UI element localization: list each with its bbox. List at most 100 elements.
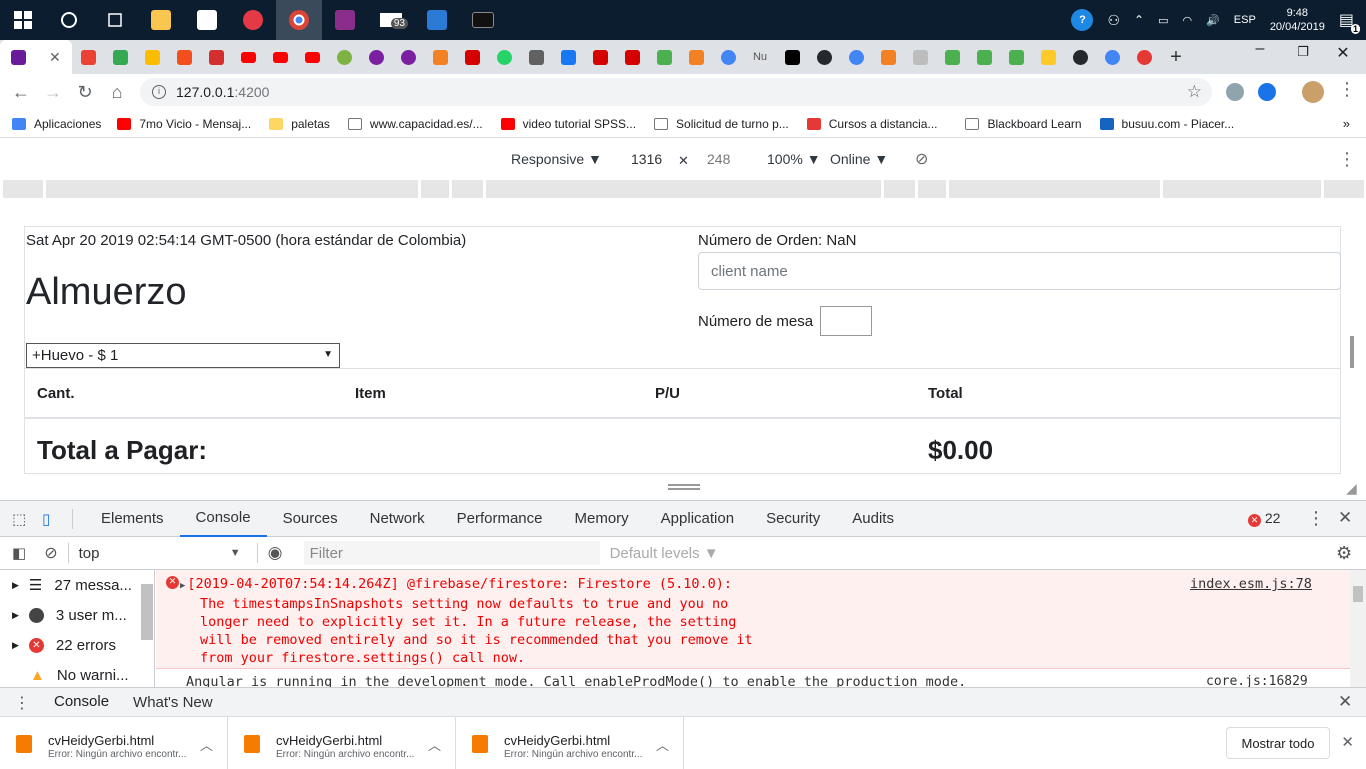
tab-flask-2[interactable] (392, 40, 424, 74)
table-number-input[interactable] (820, 306, 872, 336)
menu-item-select[interactable]: +Huevo - $ 1 ▼ (26, 343, 340, 368)
zoom-select[interactable]: 100% ▼ (767, 151, 821, 167)
client-name-input[interactable]: client name (698, 252, 1341, 290)
tab-red-3[interactable] (616, 40, 648, 74)
wifi-icon[interactable]: ◠ (1182, 14, 1192, 27)
maximize-button[interactable]: ❐ (1283, 44, 1323, 72)
viewport-corner-resize-icon[interactable]: ◢ (1346, 480, 1357, 497)
tab-figma[interactable] (168, 40, 200, 74)
viewport-height-input[interactable]: 248 (707, 151, 730, 167)
tab-facebook[interactable] (552, 40, 584, 74)
home-icon[interactable]: ⌂ (101, 82, 133, 103)
tab-w3-2[interactable] (936, 40, 968, 74)
cortana-search-icon[interactable] (46, 0, 92, 40)
file-explorer-icon[interactable] (138, 0, 184, 40)
tab-nu[interactable]: Nu (744, 40, 776, 74)
tab-performance[interactable]: Performance (441, 501, 559, 537)
close-window-button[interactable]: ✕ (1325, 43, 1361, 71)
translate-icon[interactable] (1258, 83, 1276, 101)
terminal-icon[interactable] (460, 0, 506, 40)
show-all-downloads-button[interactable]: Mostrar todo (1226, 727, 1330, 759)
tab-medium[interactable] (776, 40, 808, 74)
download-item[interactable]: cvHeidyGerbi.html Error: Ningún archivo … (456, 716, 684, 769)
reload-icon[interactable]: ↻ (69, 82, 101, 103)
tab-stackoverflow-3[interactable] (872, 40, 904, 74)
tab-w3-3[interactable] (968, 40, 1000, 74)
language-indicator[interactable]: ESP (1234, 14, 1256, 26)
drawer-menu-icon[interactable]: ⋮ (14, 693, 30, 713)
tab-sources[interactable]: Sources (267, 501, 354, 537)
tab-red-1[interactable] (456, 40, 488, 74)
tab-gmail[interactable] (72, 40, 104, 74)
tab-google-2[interactable] (840, 40, 872, 74)
live-expression-eye-icon[interactable]: ◉ (268, 543, 298, 563)
tab-audits[interactable]: Audits (836, 501, 910, 537)
error-counter[interactable]: ✕ 22 (1248, 510, 1280, 527)
active-tab[interactable]: ✕ (0, 40, 72, 74)
viewport-bottom-resize-handle[interactable] (668, 484, 700, 490)
throttle-select[interactable]: Online ▼ (830, 151, 888, 167)
bookmark-item[interactable]: Blackboard Learn (965, 117, 1082, 131)
tab-whatsapp[interactable] (488, 40, 520, 74)
viewport-width-input[interactable]: 1316 (631, 151, 662, 167)
store-icon[interactable] (184, 0, 230, 40)
bookmark-apps[interactable]: Aplicaciones (12, 117, 101, 131)
download-item[interactable]: cvHeidyGerbi.html Error: Ningún archivo … (0, 716, 228, 769)
tab-close-icon[interactable]: ✕ (49, 49, 61, 66)
sidebar-messages[interactable]: ▶ ☰ 27 messa... (0, 570, 154, 600)
battery-icon[interactable]: ▭ (1158, 14, 1168, 27)
sidebar-toggle-icon[interactable]: ◧ (12, 544, 26, 562)
extension-icon-1[interactable] (1226, 83, 1244, 101)
console-error-message[interactable]: ✕ ▶ [2019-04-20T07:54:14.264Z] @firebase/… (156, 570, 1350, 669)
tab-stackoverflow-1[interactable] (424, 40, 456, 74)
tab-youtube-1[interactable] (232, 40, 264, 74)
minimize-button[interactable]: – (1240, 40, 1280, 68)
tray-chevron-icon[interactable]: ⌃ (1134, 13, 1144, 27)
error-source-link[interactable]: index.esm.js:78 (1190, 575, 1312, 593)
bookmark-item[interactable]: Solicitud de turno p... (654, 117, 789, 131)
tab-youtube-3[interactable] (296, 40, 328, 74)
winrar-icon[interactable] (322, 0, 368, 40)
downloads-close-icon[interactable]: ✕ (1341, 733, 1354, 751)
tab-stackoverflow-2[interactable] (680, 40, 712, 74)
vscode-icon[interactable] (414, 0, 460, 40)
sidebar-errors[interactable]: ▶ ✕ 22 errors (0, 630, 154, 660)
ccleaner-icon[interactable] (230, 0, 276, 40)
tab-github-2[interactable] (1064, 40, 1096, 74)
download-item[interactable]: cvHeidyGerbi.html Error: Ningún archivo … (228, 716, 456, 769)
back-arrow-icon[interactable]: ← (5, 82, 37, 103)
tab-w3-4[interactable] (1000, 40, 1032, 74)
bookmark-item[interactable]: Cursos a distancia... (806, 117, 937, 131)
help-icon[interactable]: ? (1071, 9, 1094, 31)
bookmark-star-icon[interactable]: ☆ (1187, 82, 1202, 102)
chrome-menu-icon[interactable]: ⋮ (1338, 79, 1356, 100)
tab-s[interactable] (200, 40, 232, 74)
sidebar-scrollbar[interactable] (141, 584, 153, 640)
inspect-element-icon[interactable]: ⬚ (12, 510, 32, 528)
volume-icon[interactable]: 🔊 (1206, 14, 1220, 27)
device-mode-select[interactable]: Responsive ▼ (511, 151, 602, 167)
console-info-message[interactable]: Angular is running in the development mo… (186, 674, 1186, 688)
console-scroll-thumb[interactable] (1353, 586, 1363, 602)
tab-github-1[interactable] (808, 40, 840, 74)
bookmark-item[interactable]: paletas (269, 117, 330, 131)
tab-youtube-2[interactable] (264, 40, 296, 74)
bookmark-item[interactable]: video tutorial SPSS... (500, 117, 636, 131)
tab-red-2[interactable] (584, 40, 616, 74)
sidebar-warnings[interactable]: ▲ No warni... (0, 660, 154, 690)
tab-flask-1[interactable] (360, 40, 392, 74)
tab-memory[interactable]: Memory (559, 501, 645, 537)
device-toolbar-toggle-icon[interactable]: ▯ (42, 510, 66, 528)
sidebar-user-messages[interactable]: ▶ 3 user m... (0, 600, 154, 630)
tab-tomato[interactable] (1128, 40, 1160, 74)
console-settings-icon[interactable]: ⚙ (1336, 543, 1352, 564)
tab-leaf[interactable] (328, 40, 360, 74)
new-tab-button[interactable]: + (1160, 40, 1192, 74)
clock[interactable]: 9:48 20/04/2019 (1270, 6, 1325, 34)
tab-google-1[interactable] (712, 40, 744, 74)
tab-application[interactable]: Application (645, 501, 750, 537)
tab-doc[interactable] (904, 40, 936, 74)
viewport-vertical-resize-handle[interactable] (1350, 336, 1354, 368)
chevron-up-icon[interactable]: ︿ (428, 735, 441, 754)
bookmark-item[interactable]: www.capacidad.es/... (347, 117, 483, 131)
